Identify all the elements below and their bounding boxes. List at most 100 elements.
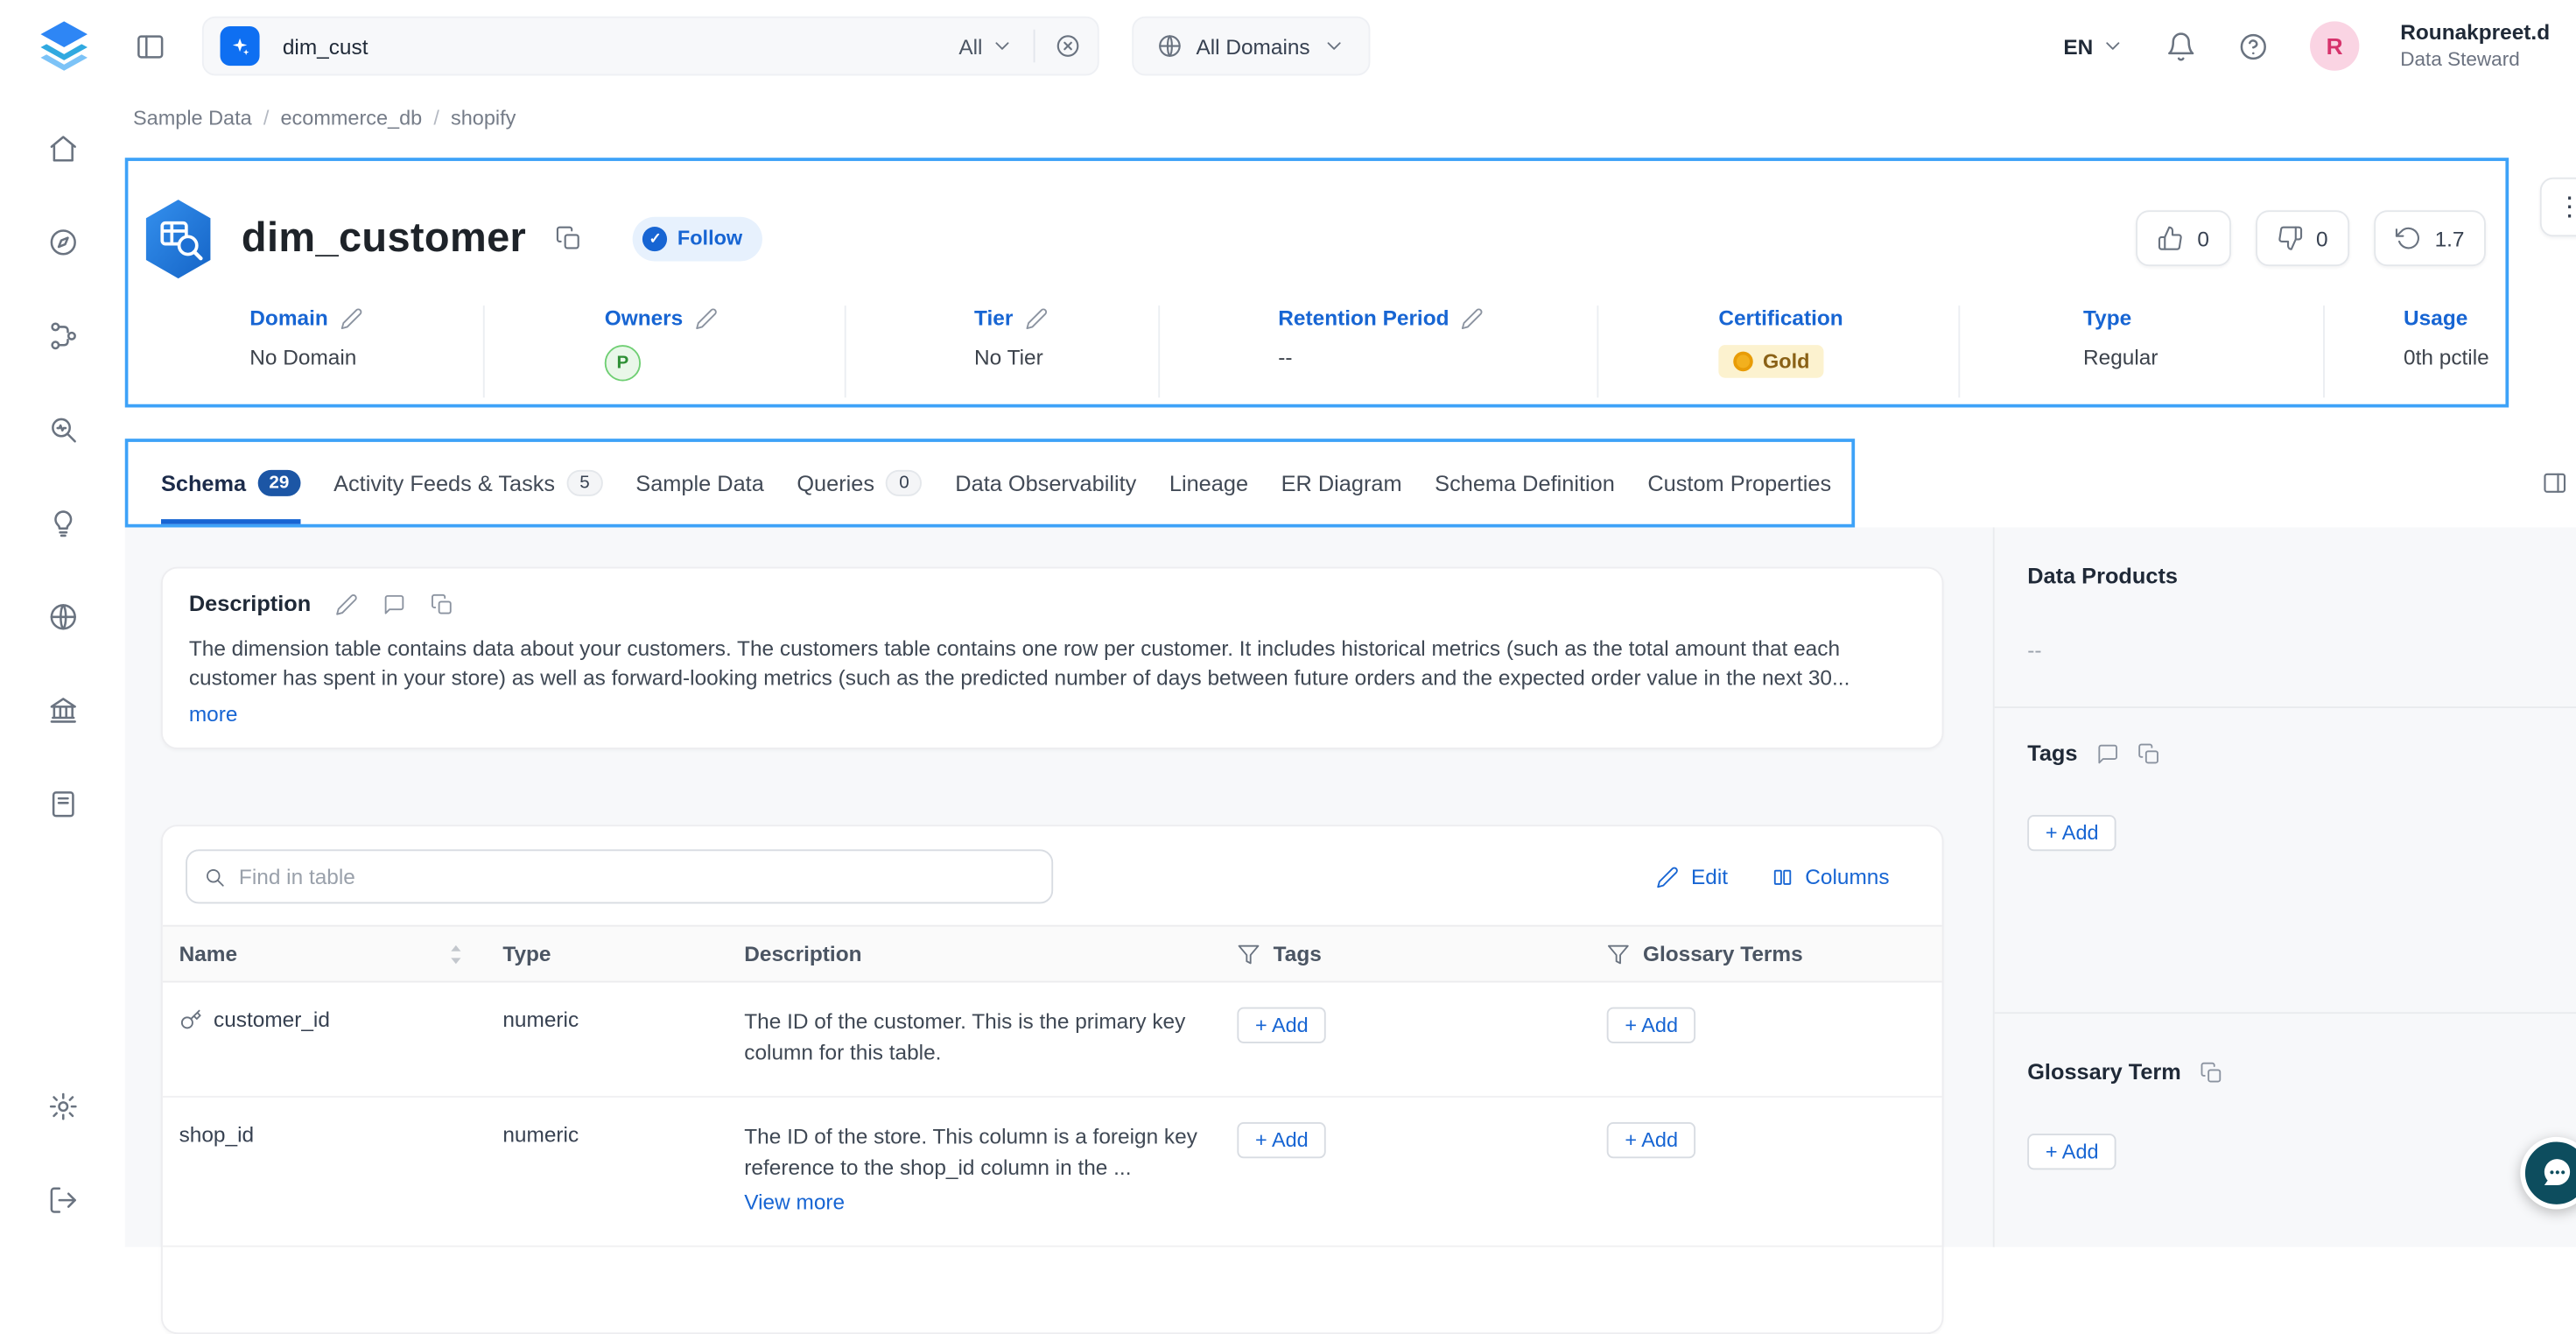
chevron-down-icon bbox=[2102, 34, 2124, 57]
filter-icon[interactable] bbox=[1607, 942, 1630, 965]
primary-key-icon bbox=[179, 1008, 202, 1031]
columns-label: Columns bbox=[1805, 864, 1889, 888]
sidebar-item-home[interactable] bbox=[26, 102, 99, 195]
search-scope-dropdown[interactable]: All bbox=[958, 33, 1014, 58]
app-logo-icon[interactable] bbox=[33, 15, 95, 77]
meta-value: 0th pctile bbox=[2404, 345, 2505, 369]
add-glossary-term-button[interactable]: + Add bbox=[2027, 1134, 2116, 1169]
owner-avatar[interactable]: P bbox=[605, 345, 641, 381]
left-sidebar bbox=[0, 92, 125, 1247]
language-dropdown[interactable]: EN bbox=[2063, 33, 2124, 58]
domain-filter-dropdown[interactable]: All Domains bbox=[1132, 17, 1371, 76]
sidebar-item-observability[interactable] bbox=[26, 383, 99, 476]
description-title: Description bbox=[189, 592, 311, 616]
comment-icon[interactable] bbox=[383, 593, 406, 615]
follow-button[interactable]: ✓ Follow bbox=[633, 216, 762, 261]
tab-data-observability[interactable]: Data Observability bbox=[955, 442, 1136, 524]
tab-label: Sample Data bbox=[635, 471, 763, 495]
column-type: numeric bbox=[487, 982, 728, 1057]
columns-button[interactable]: Columns bbox=[1771, 864, 1890, 888]
edit-icon[interactable] bbox=[1025, 306, 1048, 329]
table-row: shop_id numeric The ID of the store. Thi… bbox=[163, 1097, 1942, 1247]
find-in-table[interactable] bbox=[186, 849, 1053, 903]
search-clear-icon[interactable] bbox=[1055, 33, 1081, 60]
edit-icon[interactable] bbox=[1461, 306, 1484, 329]
sidebar-item-insights[interactable] bbox=[26, 476, 99, 570]
edit-icon[interactable] bbox=[694, 306, 717, 329]
right-panel: Data Products -- Tags + Add Glossary Ter… bbox=[1993, 528, 2576, 1247]
right-panel-toggle-icon[interactable] bbox=[2542, 470, 2568, 496]
sidebar-item-lineage[interactable] bbox=[26, 289, 99, 383]
notifications-bell-icon[interactable] bbox=[2165, 31, 2197, 62]
copy-name-icon[interactable] bbox=[556, 225, 582, 251]
tab-lineage[interactable]: Lineage bbox=[1169, 442, 1248, 524]
tab-sample-data[interactable]: Sample Data bbox=[635, 442, 763, 524]
sidebar-item-explore[interactable] bbox=[26, 195, 99, 289]
tab-er-diagram[interactable]: ER Diagram bbox=[1281, 442, 1402, 524]
sidebar-item-glossary[interactable] bbox=[26, 757, 99, 851]
column-header-name[interactable]: Name bbox=[163, 927, 487, 981]
column-description: The ID of the customer. This is the prim… bbox=[728, 982, 1221, 1095]
meta-type: Type Regular bbox=[1958, 305, 2323, 397]
breadcrumb-separator: / bbox=[433, 107, 439, 130]
glossary-title: Glossary Term bbox=[2027, 1060, 2181, 1085]
logout-icon[interactable] bbox=[26, 1154, 99, 1247]
sort-icon[interactable] bbox=[448, 942, 463, 965]
tab-label: Lineage bbox=[1169, 471, 1248, 495]
user-menu[interactable]: Rounakpreet.d Data Steward bbox=[2400, 20, 2550, 72]
edit-icon[interactable] bbox=[340, 306, 362, 329]
find-in-table-input[interactable] bbox=[239, 864, 1035, 888]
copy-icon[interactable] bbox=[2137, 741, 2159, 764]
column-name[interactable]: customer_id bbox=[214, 1008, 330, 1032]
meta-label: Certification bbox=[1718, 305, 1843, 330]
columns-icon bbox=[1771, 865, 1793, 888]
add-glossary-term-button[interactable]: + Add bbox=[1607, 1008, 1696, 1043]
help-icon[interactable] bbox=[2237, 31, 2269, 62]
user-avatar[interactable]: R bbox=[2310, 21, 2359, 70]
meta-label: Owners bbox=[605, 305, 684, 330]
domain-filter-label: All Domains bbox=[1196, 33, 1309, 58]
column-name[interactable]: shop_id bbox=[179, 1121, 254, 1146]
tab-queries[interactable]: Queries 0 bbox=[797, 442, 922, 524]
settings-gear-icon[interactable] bbox=[26, 1060, 99, 1154]
comment-icon[interactable] bbox=[2095, 741, 2118, 764]
breadcrumb-item[interactable]: ecommerce_db bbox=[280, 107, 422, 130]
edit-table-button[interactable]: Edit bbox=[1657, 864, 1728, 888]
sidebar-toggle-icon[interactable] bbox=[135, 31, 166, 62]
sidebar-item-governance[interactable] bbox=[26, 663, 99, 757]
upvote-button[interactable]: 0 bbox=[2137, 210, 2230, 266]
header-label: Description bbox=[744, 942, 861, 966]
add-glossary-term-button[interactable]: + Add bbox=[1607, 1121, 1696, 1157]
add-tag-button[interactable]: + Add bbox=[1237, 1008, 1326, 1043]
follow-check-icon: ✓ bbox=[642, 226, 667, 250]
filter-icon[interactable] bbox=[1237, 942, 1260, 965]
table-header-row: Name Type Description Tags Glossary Term… bbox=[163, 925, 1942, 983]
copy-icon[interactable] bbox=[2199, 1061, 2222, 1084]
more-actions-button[interactable]: ⋮ bbox=[2540, 178, 2576, 237]
add-tag-button[interactable]: + Add bbox=[2027, 815, 2116, 851]
tab-schema[interactable]: Schema 29 bbox=[161, 442, 301, 524]
sidebar-item-domains[interactable] bbox=[26, 570, 99, 663]
tab-schema-definition[interactable]: Schema Definition bbox=[1435, 442, 1615, 524]
tab-activity-feeds[interactable]: Activity Feeds & Tasks 5 bbox=[333, 442, 603, 524]
add-tag-button[interactable]: + Add bbox=[1237, 1121, 1326, 1157]
description-more-link[interactable]: more bbox=[189, 701, 238, 726]
copy-description-icon[interactable] bbox=[431, 593, 453, 615]
breadcrumb-item[interactable]: shopify bbox=[451, 107, 516, 130]
tab-custom-properties[interactable]: Custom Properties bbox=[1647, 442, 1831, 524]
downvote-button[interactable]: 0 bbox=[2256, 210, 2349, 266]
schema-table-card: Edit Columns Name Type Description bbox=[161, 825, 1944, 1334]
data-products-section: Data Products -- bbox=[1995, 528, 2576, 708]
entity-tabs-section: Schema 29 Activity Feeds & Tasks 5 Sampl… bbox=[125, 439, 1855, 527]
version-button[interactable]: 1.7 bbox=[2374, 210, 2486, 266]
search-input[interactable] bbox=[283, 33, 644, 58]
column-header-tags: Tags bbox=[1221, 927, 1590, 981]
view-more-link[interactable]: View more bbox=[744, 1189, 845, 1219]
breadcrumb-item[interactable]: Sample Data bbox=[133, 107, 252, 130]
edit-description-icon[interactable] bbox=[335, 593, 358, 615]
tab-label: Custom Properties bbox=[1647, 471, 1831, 495]
page-title: dim_customer bbox=[242, 214, 526, 262]
global-search[interactable]: All bbox=[202, 17, 1099, 76]
meta-value: -- bbox=[1278, 345, 1597, 369]
header-label: Tags bbox=[1274, 942, 1322, 966]
